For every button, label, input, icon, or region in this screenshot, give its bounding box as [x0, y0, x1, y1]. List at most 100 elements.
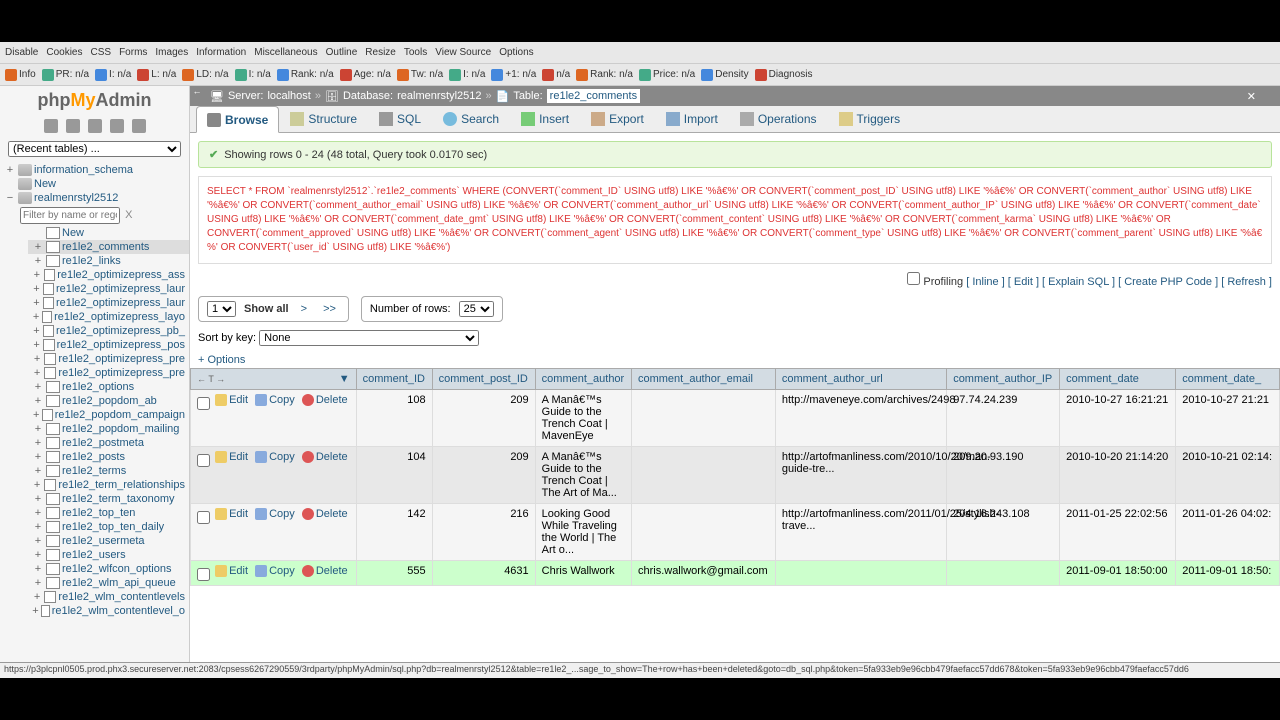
tree-table-re1le2_term_relationships[interactable]: +re1le2_term_relationships [28, 478, 189, 492]
tree-table-re1le2_options[interactable]: +re1le2_options [28, 380, 189, 394]
bc-table-link[interactable]: re1le2_comments [547, 89, 640, 103]
tree-table-re1le2_wlm_api_queue[interactable]: +re1le2_wlm_api_queue [28, 576, 189, 590]
delete-link[interactable]: Delete [302, 394, 348, 406]
tree-table-re1le2_posts[interactable]: +re1le2_posts [28, 450, 189, 464]
tree-table-re1le2_optimizepress_pos[interactable]: +re1le2_optimizepress_pos [28, 338, 189, 352]
docs-icon[interactable] [88, 119, 102, 133]
row-checkbox[interactable] [197, 511, 210, 524]
tb1-css[interactable]: CSS [91, 47, 112, 58]
create-php-link[interactable]: Create PHP Code [1124, 276, 1212, 288]
tb1-images[interactable]: Images [155, 47, 188, 58]
seo-item-4[interactable]: LD: n/a [182, 69, 228, 81]
tree-table-re1le2_top_ten[interactable]: +re1le2_top_ten [28, 506, 189, 520]
tb1-cookies[interactable]: Cookies [46, 47, 82, 58]
tree-filter[interactable]: X [20, 207, 169, 224]
tree-table-re1le2_wlm_contentlevels[interactable]: +re1le2_wlm_contentlevels [28, 590, 189, 604]
recent-tables[interactable]: (Recent tables) ... [8, 141, 181, 157]
collapse-sidebar[interactable]: ← [190, 86, 204, 102]
tab-import[interactable]: Import [655, 106, 729, 132]
edit-link[interactable]: Edit [215, 451, 248, 463]
tb1-misc[interactable]: Miscellaneous [254, 47, 317, 58]
col-comment_author_IP[interactable]: comment_author_IP [947, 369, 1060, 390]
seo-item-12[interactable]: Rank: n/a [576, 69, 633, 81]
row-checkbox[interactable] [197, 397, 210, 410]
tree-table-re1le2_optimizepress_pre[interactable]: +re1le2_optimizepress_pre [28, 352, 189, 366]
filter-input[interactable] [20, 207, 120, 224]
close-icon[interactable]: ✕ [1243, 90, 1260, 103]
tree-table-re1le2_comments[interactable]: +re1le2_comments [28, 240, 189, 254]
seo-item-13[interactable]: Price: n/a [639, 69, 695, 81]
home-icon[interactable] [44, 119, 58, 133]
reload-icon[interactable] [132, 119, 146, 133]
bc-db-link[interactable]: realmenrstyl2512 [397, 90, 481, 102]
tree-table-re1le2_optimizepress_pre[interactable]: +re1le2_optimizepress_pre [28, 366, 189, 380]
tree-db-realmenrstyl[interactable]: − realmenrstyl2512 [0, 191, 189, 205]
tb1-forms[interactable]: Forms [119, 47, 147, 58]
filter-clear[interactable]: X [123, 209, 134, 221]
tab-insert[interactable]: Insert [510, 106, 580, 132]
col-comment_author_url[interactable]: comment_author_url [775, 369, 946, 390]
seo-item-1[interactable]: PR: n/a [42, 69, 89, 81]
tab-search[interactable]: Search [432, 106, 510, 132]
tree-db-information-schema[interactable]: + information_schema [0, 163, 189, 177]
col-comment_date[interactable]: comment_date [1060, 369, 1176, 390]
tab-structure[interactable]: Structure [279, 106, 368, 132]
explain-link[interactable]: Explain SQL [1048, 276, 1109, 288]
last-page[interactable]: >> [319, 303, 340, 315]
copy-link[interactable]: Copy [255, 508, 295, 520]
tb1-info[interactable]: Information [196, 47, 246, 58]
seo-item-6[interactable]: Rank: n/a [277, 69, 334, 81]
tree-new-db[interactable]: New [0, 177, 189, 191]
tb1-resize[interactable]: Resize [365, 47, 396, 58]
col-comment_author_email[interactable]: comment_author_email [631, 369, 775, 390]
tree-table-re1le2_optimizepress_laur[interactable]: +re1le2_optimizepress_laur [28, 282, 189, 296]
seo-item-11[interactable]: n/a [542, 69, 570, 81]
tree-table-re1le2_wlm_contentlevel_o[interactable]: +re1le2_wlm_contentlevel_o [28, 604, 189, 618]
tree-table-re1le2_postmeta[interactable]: +re1le2_postmeta [28, 436, 189, 450]
tb1-viewsrc[interactable]: View Source [435, 47, 491, 58]
tb1-outline[interactable]: Outline [326, 47, 358, 58]
tab-triggers[interactable]: Triggers [828, 106, 912, 132]
seo-item-15[interactable]: Diagnosis [755, 69, 813, 81]
delete-link[interactable]: Delete [302, 565, 348, 577]
col-comment_date_[interactable]: comment_date_ [1176, 369, 1280, 390]
tree-table-re1le2_users[interactable]: +re1le2_users [28, 548, 189, 562]
tree-table-re1le2_popdom_mailing[interactable]: +re1le2_popdom_mailing [28, 422, 189, 436]
tree-table-re1le2_term_taxonomy[interactable]: +re1le2_term_taxonomy [28, 492, 189, 506]
tree-table-re1le2_optimizepress_layo[interactable]: +re1le2_optimizepress_layo [28, 310, 189, 324]
edit-link[interactable]: Edit [215, 394, 248, 406]
seo-item-3[interactable]: L: n/a [137, 69, 176, 81]
seo-item-9[interactable]: I: n/a [449, 69, 485, 81]
tree-table-re1le2_links[interactable]: +re1le2_links [28, 254, 189, 268]
seo-item-5[interactable]: I: n/a [235, 69, 271, 81]
tree-table-re1le2_usermeta[interactable]: +re1le2_usermeta [28, 534, 189, 548]
next-page[interactable]: > [297, 303, 311, 315]
tab-operations[interactable]: Operations [729, 106, 828, 132]
tb1-options[interactable]: Options [499, 47, 533, 58]
col-actions[interactable]: ← T → ▼ [191, 369, 357, 390]
tab-export[interactable]: Export [580, 106, 655, 132]
refresh-link[interactable]: Refresh [1227, 276, 1266, 288]
edit-link[interactable]: Edit [215, 565, 248, 577]
edit-link[interactable]: Edit [215, 508, 248, 520]
tb1-disable[interactable]: Disable [5, 47, 38, 58]
tree-table-re1le2_optimizepress_pb_[interactable]: +re1le2_optimizepress_pb_ [28, 324, 189, 338]
seo-item-7[interactable]: Age: n/a [340, 69, 391, 81]
tab-sql[interactable]: SQL [368, 106, 432, 132]
show-all-link[interactable]: Show all [244, 303, 289, 315]
tree-new-table[interactable]: New [28, 226, 189, 240]
copy-link[interactable]: Copy [255, 394, 295, 406]
tree-table-re1le2_wlfcon_options[interactable]: +re1le2_wlfcon_options [28, 562, 189, 576]
inline-link[interactable]: Inline [972, 276, 998, 288]
col-comment_post_ID[interactable]: comment_post_ID [432, 369, 535, 390]
tb1-tools[interactable]: Tools [404, 47, 427, 58]
delete-link[interactable]: Delete [302, 451, 348, 463]
seo-item-14[interactable]: Density [701, 69, 748, 81]
options-toggle[interactable]: + Options [198, 354, 1272, 366]
tree-table-re1le2_popdom_campaign[interactable]: +re1le2_popdom_campaign [28, 408, 189, 422]
num-rows-select[interactable]: 25 [459, 301, 494, 317]
page-select[interactable]: 1 [207, 301, 236, 317]
tree-table-re1le2_terms[interactable]: +re1le2_terms [28, 464, 189, 478]
seo-item-10[interactable]: +1: n/a [491, 69, 536, 81]
seo-item-2[interactable]: I: n/a [95, 69, 131, 81]
